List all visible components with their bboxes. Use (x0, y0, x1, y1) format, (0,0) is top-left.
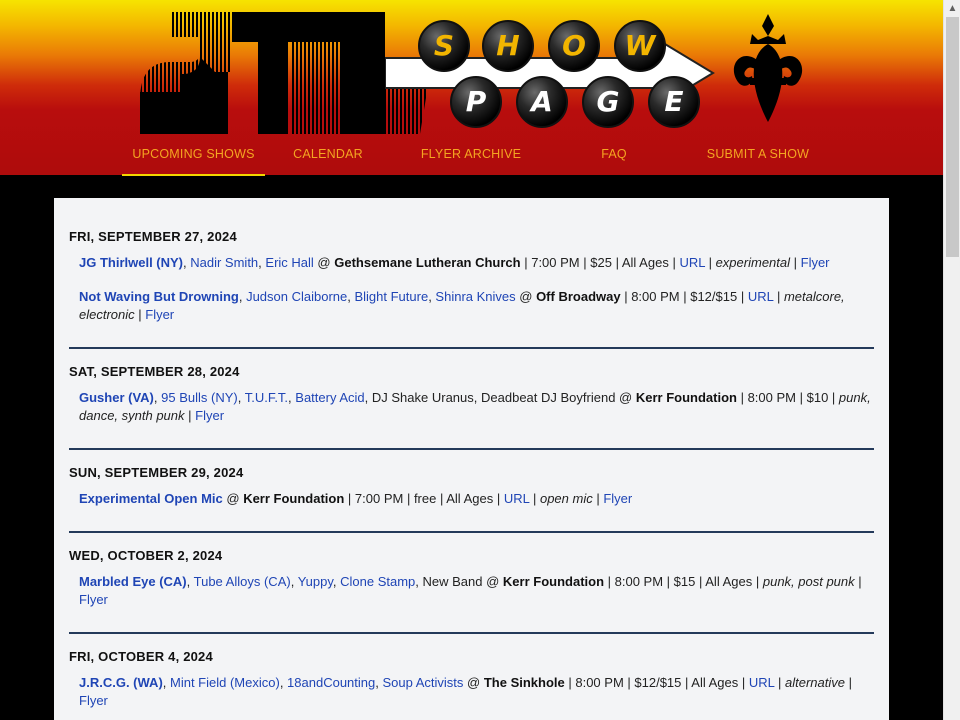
show-url-link[interactable]: URL (749, 675, 775, 690)
flyer-link[interactable]: Flyer (79, 592, 108, 607)
show-price: $12/$15 (690, 289, 738, 304)
show-price: $10 (806, 390, 829, 405)
page-letter-ball: E (648, 76, 700, 128)
headliner-link[interactable]: Gusher (VA) (79, 390, 154, 405)
band-link[interactable]: Eric Hall (265, 255, 313, 270)
flyer-link[interactable]: Flyer (145, 307, 174, 322)
scroll-thumb[interactable] (946, 17, 959, 257)
headliner-link[interactable]: JG Thirlwell (NY) (79, 255, 183, 270)
site-header: S H O W P A G E UPCOMING SHOWS CALENDAR … (0, 0, 943, 176)
shows-list: FRI, SEPTEMBER 27, 2024 JG Thirlwell (NY)… (54, 198, 889, 720)
day-group: FRI, OCTOBER 4, 2024 J.R.C.G. (WA), Mint … (69, 649, 874, 720)
nav-faq[interactable]: FAQ (594, 143, 634, 176)
band-link[interactable]: 18andCounting (287, 675, 375, 690)
venue-name: The Sinkhole (483, 675, 565, 690)
show-time: 8:00 PM (614, 574, 664, 589)
headliner-link[interactable]: Experimental Open Mic (79, 491, 223, 506)
show-time: 8:00 PM (575, 675, 624, 690)
flyer-link[interactable]: Flyer (79, 693, 108, 708)
day-date-heading: FRI, SEPTEMBER 27, 2024 (69, 229, 237, 244)
nav-submit-a-show[interactable]: SUBMIT A SHOW (700, 143, 816, 176)
day-group: SAT, SEPTEMBER 28, 2024 Gusher (VA), 95 B… (69, 364, 874, 450)
fleur-de-lis-icon (733, 14, 803, 122)
show-url-link[interactable]: URL (504, 491, 530, 506)
age-restriction: All Ages (705, 574, 753, 589)
day-date-heading: WED, OCTOBER 2, 2024 (69, 548, 223, 563)
venue-name: Kerr Foundation (635, 390, 737, 405)
day-group: SUN, SEPTEMBER 29, 2024 Experimental Open… (69, 465, 874, 533)
venue-name: Off Broadway (536, 289, 621, 304)
day-group: FRI, SEPTEMBER 27, 2024 JG Thirlwell (NY)… (69, 229, 874, 349)
venue-name: Gethsemane Lutheran Church (334, 255, 521, 270)
band-name: New Band (422, 574, 483, 589)
show-time: 8:00 PM (747, 390, 796, 405)
band-link[interactable]: Mint Field (Mexico) (170, 675, 280, 690)
genre-tags: open mic (539, 491, 593, 506)
page-letter-ball: A (516, 76, 568, 128)
flyer-link[interactable]: Flyer (801, 255, 830, 270)
venue-name: Kerr Foundation (502, 574, 605, 589)
nav-calendar[interactable]: CALENDAR (284, 143, 372, 176)
flyer-link[interactable]: Flyer (603, 491, 632, 506)
show-listing: Experimental Open Mic @ Kerr Foundation … (79, 491, 633, 506)
band-link[interactable]: Soup Activists (382, 675, 463, 690)
show-listing: J.R.C.G. (WA), Mint Field (Mexico), 18an… (79, 675, 852, 708)
scroll-up-arrow-icon[interactable]: ▲ (944, 0, 960, 17)
age-restriction: All Ages (446, 491, 494, 506)
show-url-link[interactable]: URL (679, 255, 705, 270)
show-letter-ball: O (548, 20, 600, 72)
vertical-scrollbar[interactable]: ▲ (943, 0, 960, 720)
headliner-link[interactable]: J.R.C.G. (WA) (79, 675, 163, 690)
show-time: 7:00 PM (531, 255, 580, 270)
show-letter-ball: W (614, 20, 666, 72)
show-listing: JG Thirlwell (NY), Nadir Smith, Eric Hal… (79, 255, 830, 270)
band-link[interactable]: Battery Acid (295, 390, 364, 405)
nav-flyer-archive[interactable]: FLYER ARCHIVE (412, 143, 530, 176)
show-time: 8:00 PM (631, 289, 680, 304)
page-letter-ball: G (582, 76, 634, 128)
show-listing: Marbled Eye (CA), Tube Alloys (CA), Yupp… (79, 574, 862, 607)
genre-tags: punk, post punk (762, 574, 855, 589)
flyer-link[interactable]: Flyer (195, 408, 224, 423)
age-restriction: All Ages (691, 675, 739, 690)
day-date-heading: FRI, OCTOBER 4, 2024 (69, 649, 213, 664)
genre-tags: alternative (785, 675, 845, 690)
show-listing: Gusher (VA), 95 Bulls (NY), T.U.F.T., Ba… (79, 390, 871, 423)
headliner-link[interactable]: Not Waving But Drowning (79, 289, 239, 304)
day-date-heading: SAT, SEPTEMBER 28, 2024 (69, 364, 240, 379)
show-letter-ball: H (482, 20, 534, 72)
band-link[interactable]: Blight Future (354, 289, 428, 304)
day-group: WED, OCTOBER 2, 2024 Marbled Eye (CA), Tu… (69, 548, 874, 634)
band-link[interactable]: Tube Alloys (CA) (194, 574, 291, 589)
page-letter-ball: P (450, 76, 502, 128)
band-name: Deadbeat DJ Boyfriend (481, 390, 616, 405)
show-url-link[interactable]: URL (748, 289, 774, 304)
show-price: $12/$15 (634, 675, 682, 690)
show-time: 7:00 PM (354, 491, 404, 506)
show-price: $25 (590, 255, 612, 270)
show-price: free (413, 491, 437, 506)
band-link[interactable]: Shinra Knives (435, 289, 515, 304)
nav-upcoming-shows[interactable]: UPCOMING SHOWS (122, 143, 265, 176)
band-link[interactable]: T.U.F.T. (245, 390, 288, 405)
day-date-heading: SUN, SEPTEMBER 29, 2024 (69, 465, 244, 480)
main-nav: UPCOMING SHOWS CALENDAR FLYER ARCHIVE FA… (0, 143, 943, 176)
band-link[interactable]: Judson Claiborne (246, 289, 347, 304)
show-letter-ball: S (418, 20, 470, 72)
venue-name: Kerr Foundation (243, 491, 345, 506)
headliner-link[interactable]: Marbled Eye (CA) (79, 574, 187, 589)
show-price: $15 (673, 574, 696, 589)
band-link[interactable]: Clone Stamp (340, 574, 415, 589)
band-name: DJ Shake Uranus (371, 390, 474, 405)
band-link[interactable]: 95 Bulls (NY) (161, 390, 238, 405)
band-link[interactable]: Nadir Smith (190, 255, 258, 270)
genre-tags: experimental (715, 255, 791, 270)
age-restriction: All Ages (621, 255, 669, 270)
band-link[interactable]: Yuppy (298, 574, 333, 589)
show-listing: Not Waving But Drowning, Judson Claiborn… (79, 289, 845, 322)
